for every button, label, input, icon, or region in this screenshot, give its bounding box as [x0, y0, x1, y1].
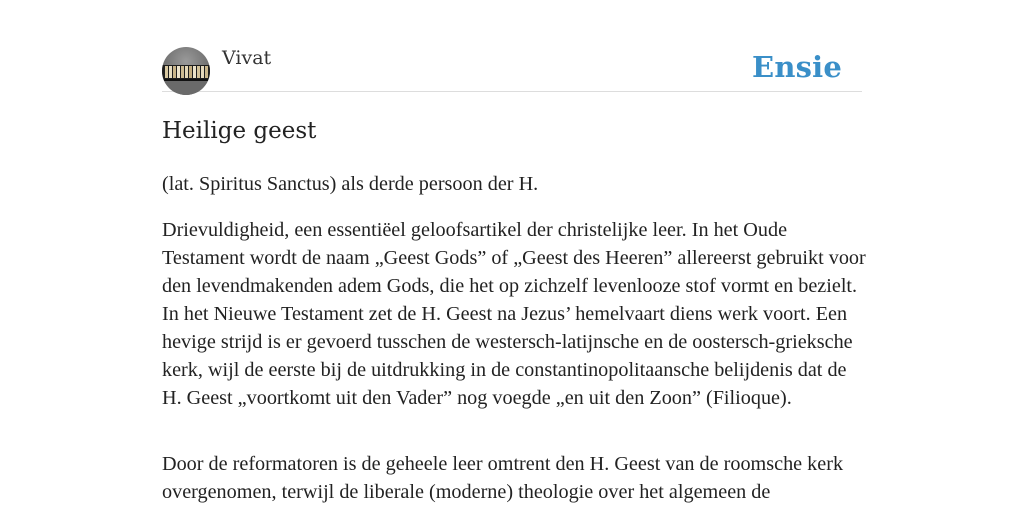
author-name[interactable]: Vivat [222, 47, 271, 69]
books-avatar-icon[interactable] [162, 47, 210, 95]
paragraph-2: Drievuldigheid, een essentiëel geloofsar… [162, 219, 866, 409]
brand-logo[interactable]: Ensie [752, 50, 842, 84]
paragraph-3: Door de reformatoren is de geheele leer … [162, 453, 844, 503]
site-header: Vivat Ensie [162, 46, 862, 95]
paragraph-1: (lat. Spiritus Sanctus) als derde persoo… [162, 173, 539, 195]
article-body: (lat. Spiritus Sanctus) als derde persoo… [162, 170, 867, 512]
page-title: Heilige geest [162, 118, 317, 144]
